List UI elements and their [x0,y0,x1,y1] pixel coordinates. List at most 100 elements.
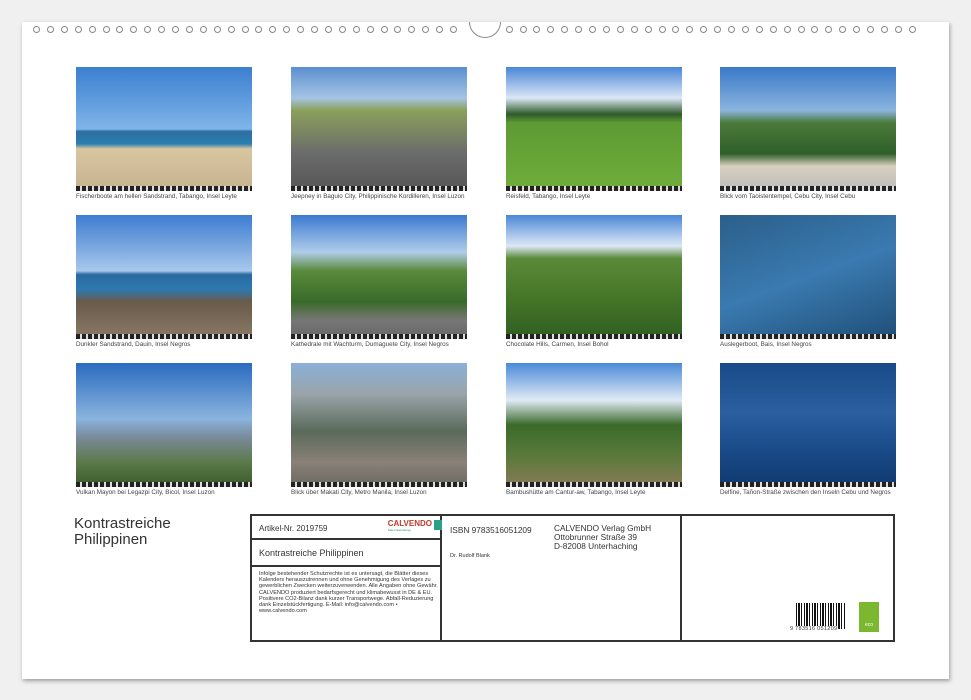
binding-hole [714,26,721,33]
binding-hole [186,26,193,33]
calendar-title-field: Kontrastreiche Philippinen [252,540,440,567]
binding-hole [881,26,888,33]
info-column-right: 9 783516 051209 eco [682,516,893,640]
photo [76,215,252,339]
photo-caption: Auslegerboot, Bais, Insel Negros [720,342,896,349]
binding-hole [269,26,276,33]
binding-hole [422,26,429,33]
binding-hole [700,26,707,33]
binding-hole [742,26,749,33]
photo [291,67,467,191]
binding-hole [867,26,874,33]
legal-text: Infolge bestehender Schutzrechte ist es … [252,567,440,614]
photo-caption: Kathedrale mit Wachturm, Dumaguete City,… [291,342,467,349]
photo [76,363,252,487]
author: Dr. Rudolf Blank [450,553,490,559]
binding-hole [172,26,179,33]
binding-hole [798,26,805,33]
binding-hole [381,26,388,33]
binding-hole [144,26,151,33]
binding-hole [631,26,638,33]
binding-hole [659,26,666,33]
logo-mark-icon [434,520,442,530]
binding-hole [311,26,318,33]
binding-hole [520,26,527,33]
binding-hole [339,26,346,33]
binding-hole [89,26,96,33]
binding-hole [283,26,290,33]
binding-hole [561,26,568,33]
binding-hole [811,26,818,33]
binding-hole [436,26,443,33]
photo [76,67,252,191]
binding-hole [228,26,235,33]
binding-hole [506,26,513,33]
photo-caption: Bambushütte am Cantur-aw, Tabango, Insel… [506,490,682,497]
binding-hole [33,26,40,33]
photo-caption: Blick vom Taoistentempel, Cebu City, Ins… [720,194,896,201]
binding-hole [672,26,679,33]
eco-leaf-icon: eco [859,602,879,632]
info-column-left: Artikel-Nr. 2019759 CALVENDOSale Kalende… [252,516,442,640]
binding-hole [242,26,249,33]
photo [291,215,467,339]
title-line-1: Kontrastreiche [74,516,171,532]
binding-hole [839,26,846,33]
binding-hole [617,26,624,33]
binding-hole [728,26,735,33]
binding-hole [353,26,360,33]
photo [506,215,682,339]
isbn: ISBN 9783516051209 [450,525,532,535]
binding-hole [645,26,652,33]
binding-hole [784,26,791,33]
photo [720,215,896,339]
info-column-middle: ISBN 9783516051209 Dr. Rudolf Blank CALV… [442,516,682,640]
binding-hole [158,26,165,33]
binding-hole [61,26,68,33]
binding-hole [589,26,596,33]
photo [720,363,896,487]
binding-hole [575,26,582,33]
info-box: Artikel-Nr. 2019759 CALVENDOSale Kalende… [250,514,895,642]
binding-hole [533,26,540,33]
binding-hole [200,26,207,33]
binding-hole [909,26,916,33]
photo-caption: Delfine, Tañon-Straße zwischen den Insel… [720,490,896,497]
binding-hole [394,26,401,33]
binding-hole [297,26,304,33]
binding-hole [255,26,262,33]
binding-hole [547,26,554,33]
binding-hole [75,26,82,33]
photo [291,363,467,487]
binding-hole [895,26,902,33]
photo [506,67,682,191]
photo [720,67,896,191]
binding-hole [825,26,832,33]
calendar-title: Kontrastreiche Philippinen [74,516,171,548]
binding-hole [47,26,54,33]
binding-hole [214,26,221,33]
photo-caption: Reisfeld, Tabango, Insel Leyte [506,194,682,201]
binding-hole [603,26,610,33]
photo-caption: Dunkler Sandstrand, Dauin, Insel Negros [76,342,252,349]
binding-hole [756,26,763,33]
photo-caption: Vulkan Mayon bei Legazpi City, Bicol, In… [76,490,252,497]
photo-caption: Blick über Makati City, Metro Manila, In… [291,490,467,497]
binding-hole [450,26,457,33]
binding-hole [367,26,374,33]
article-row: Artikel-Nr. 2019759 CALVENDOSale Kalende… [252,516,440,540]
binding-hole [408,26,415,33]
photo-caption: Chocolate Hills, Carmen, Insel Bohol [506,342,682,349]
photo-caption: Jeepney in Baguio City, Philippinische K… [291,194,467,201]
binding-hole [853,26,860,33]
calvendo-logo: CALVENDOSale Kalendertag [388,519,432,532]
photo [506,363,682,487]
binding-hole [103,26,110,33]
binding-hole [686,26,693,33]
photo-caption: Fischerboote am hellen Sandstrand, Taban… [76,194,252,201]
title-line-2: Philippinen [74,532,171,548]
binding-hole [770,26,777,33]
barcode-number: 9 783516 051209 [790,626,837,632]
binding-hole [130,26,137,33]
binding-hole [325,26,332,33]
